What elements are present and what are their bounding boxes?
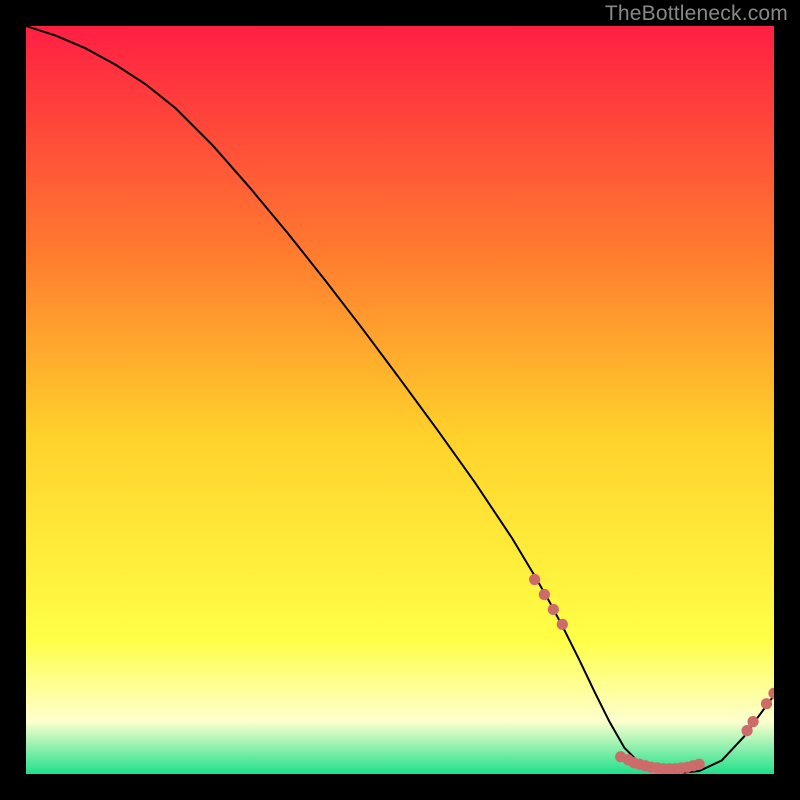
- chart-svg: [26, 26, 774, 774]
- point-p4: [557, 619, 568, 630]
- watermark-text: TheBottleneck.com: [605, 2, 788, 26]
- point-p18: [694, 759, 705, 770]
- gradient-background: [26, 26, 774, 774]
- point-p1: [529, 574, 540, 585]
- point-p2: [539, 589, 550, 600]
- point-p3: [548, 604, 559, 615]
- point-p20: [747, 716, 758, 727]
- point-p21: [761, 698, 772, 709]
- plot-area: [26, 26, 774, 774]
